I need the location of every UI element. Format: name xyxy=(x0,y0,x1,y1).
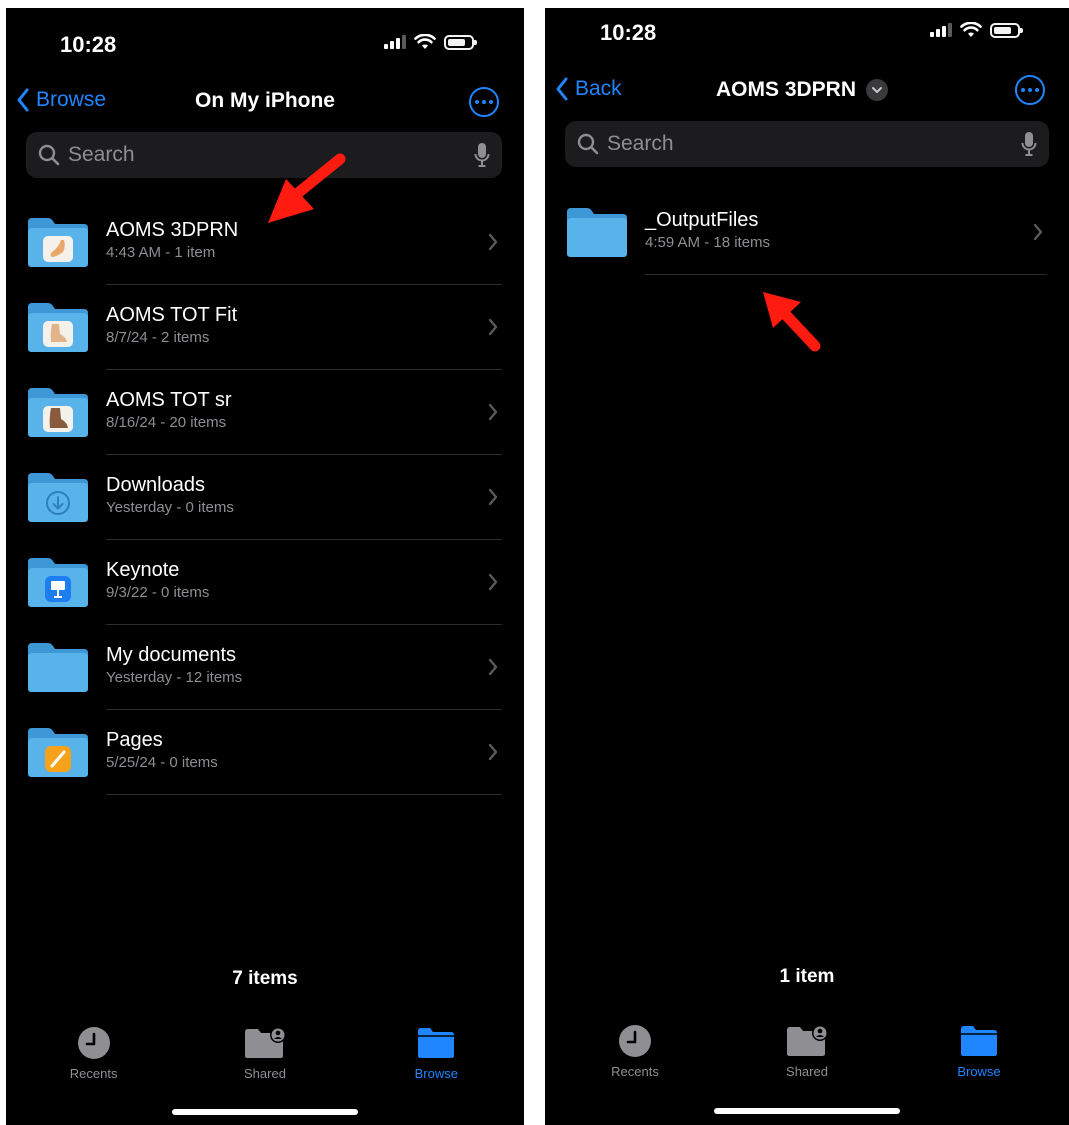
chevron-right-icon xyxy=(488,233,498,251)
chevron-right-icon xyxy=(488,658,498,676)
page-title[interactable]: AOMS 3DPRN xyxy=(716,78,889,102)
search-icon xyxy=(38,144,60,166)
tab-browse[interactable]: Browse xyxy=(381,1026,491,1081)
status-time: 10:28 xyxy=(60,32,117,57)
row-divider xyxy=(645,274,1047,275)
phone-screen-left: 10:28 Browse On My iPhone Search AOMS 3D… xyxy=(6,8,524,1125)
keynote-icon xyxy=(45,576,71,602)
status-icons xyxy=(384,34,477,50)
tab-recents[interactable]: Recents xyxy=(580,1024,690,1079)
folder-icon xyxy=(28,388,88,437)
folder-name: AOMS TOT sr xyxy=(106,389,232,411)
row-divider xyxy=(106,794,502,795)
wifi-icon xyxy=(960,22,982,37)
chevron-right-icon xyxy=(488,573,498,591)
folder-icon xyxy=(28,473,88,522)
folder-name: My documents xyxy=(106,644,237,666)
pages-icon xyxy=(45,746,71,772)
microphone-icon[interactable] xyxy=(1021,131,1037,157)
shared-folder-icon xyxy=(787,1025,828,1056)
chevron-right-icon xyxy=(488,743,498,761)
folder-list: _OutputFiles 4:59 AM - 18 items xyxy=(545,190,1069,275)
folder-meta: Yesterday - 12 items xyxy=(106,669,243,686)
tab-recents[interactable]: Recents xyxy=(39,1026,149,1081)
tab-label: Browse xyxy=(414,1066,458,1081)
tab-bar: Recents Shared Browse xyxy=(6,1026,524,1081)
home-indicator[interactable] xyxy=(714,1108,900,1114)
folder-name: _OutputFiles xyxy=(645,209,759,231)
shared-folder-icon xyxy=(244,1027,286,1058)
back-button-label: Back xyxy=(575,77,622,100)
tab-label: Recents xyxy=(69,1066,118,1081)
chevron-right-icon xyxy=(488,403,498,421)
folder-icon xyxy=(567,208,627,257)
page-title: On My iPhone xyxy=(6,89,524,113)
folder-icon xyxy=(28,728,88,777)
folder-meta: 5/25/24 - 0 items xyxy=(106,754,218,771)
clock-icon xyxy=(77,1027,110,1059)
list-item[interactable]: _OutputFiles 4:59 AM - 18 items xyxy=(545,190,1069,275)
battery-icon xyxy=(444,34,477,50)
home-indicator[interactable] xyxy=(172,1109,358,1115)
list-item[interactable]: Keynote 9/3/22 - 0 items xyxy=(6,540,524,625)
tab-label: Shared xyxy=(244,1066,286,1081)
list-item[interactable]: My documents Yesterday - 12 items xyxy=(6,625,524,710)
list-item[interactable]: AOMS TOT sr 8/16/24 - 20 items xyxy=(6,370,524,455)
tab-browse[interactable]: Browse xyxy=(924,1024,1034,1079)
folder-icon xyxy=(418,1028,455,1058)
red-arrow-annotation-icon xyxy=(268,153,346,223)
tab-shared[interactable]: Shared xyxy=(752,1024,862,1079)
chevron-right-icon xyxy=(1033,223,1043,241)
search-bar[interactable]: Search xyxy=(565,121,1049,167)
back-button[interactable]: Back xyxy=(555,77,622,101)
microphone-icon[interactable] xyxy=(474,142,490,168)
chevron-left-icon xyxy=(556,77,568,101)
red-arrow-annotation-icon xyxy=(763,292,821,352)
folder-icon xyxy=(28,303,88,352)
folder-name: Pages xyxy=(106,729,163,751)
item-count: 1 item xyxy=(779,966,835,987)
chevron-down-icon[interactable] xyxy=(866,79,889,101)
folder-list: AOMS 3DPRN 4:43 AM - 1 item AOMS TOT Fit… xyxy=(6,200,524,795)
folder-meta: Yesterday - 0 items xyxy=(106,499,234,516)
status-time: 10:28 xyxy=(600,20,657,45)
folder-meta: 4:43 AM - 1 item xyxy=(106,244,216,261)
tab-bar: Recents Shared Browse xyxy=(545,1024,1069,1079)
page-title-text: AOMS 3DPRN xyxy=(716,78,857,101)
folder-meta: 8/16/24 - 20 items xyxy=(106,414,227,431)
folder-icon xyxy=(961,1026,997,1056)
tab-label: Recents xyxy=(611,1064,659,1079)
clock-icon xyxy=(619,1025,651,1057)
list-item[interactable]: AOMS TOT Fit 8/7/24 - 2 items xyxy=(6,285,524,370)
chevron-right-icon xyxy=(488,318,498,336)
search-input[interactable]: Search xyxy=(607,132,1021,156)
folder-name: Downloads xyxy=(106,474,205,496)
wifi-icon xyxy=(414,34,436,49)
tab-label: Shared xyxy=(786,1064,828,1079)
folder-meta: 8/7/24 - 2 items xyxy=(106,329,210,346)
more-options-button[interactable] xyxy=(1015,75,1045,105)
folder-icon xyxy=(28,558,88,607)
phone-screen-right: 10:28 Back AOMS 3DPRN Search _OutputFile… xyxy=(545,8,1069,1125)
more-options-button[interactable] xyxy=(469,87,499,117)
list-item[interactable]: Pages 5/25/24 - 0 items xyxy=(6,710,524,795)
folder-icon xyxy=(28,643,88,692)
folder-meta: 4:59 AM - 18 items xyxy=(645,234,771,251)
cellular-signal-icon xyxy=(384,35,406,49)
cellular-signal-icon xyxy=(930,23,952,37)
page-title-text: On My iPhone xyxy=(194,89,335,112)
battery-icon xyxy=(990,22,1023,38)
item-count: 7 items xyxy=(232,968,298,989)
folder-name: AOMS TOT Fit xyxy=(106,304,238,326)
list-item[interactable]: Downloads Yesterday - 0 items xyxy=(6,455,524,540)
chevron-right-icon xyxy=(488,488,498,506)
search-icon xyxy=(577,133,599,155)
status-icons xyxy=(930,22,1023,38)
folder-icon xyxy=(28,218,88,267)
tab-shared[interactable]: Shared xyxy=(210,1026,320,1081)
folder-meta: 9/3/22 - 0 items xyxy=(106,584,210,601)
folder-name: Keynote xyxy=(106,559,180,581)
tab-label: Browse xyxy=(957,1064,1001,1079)
